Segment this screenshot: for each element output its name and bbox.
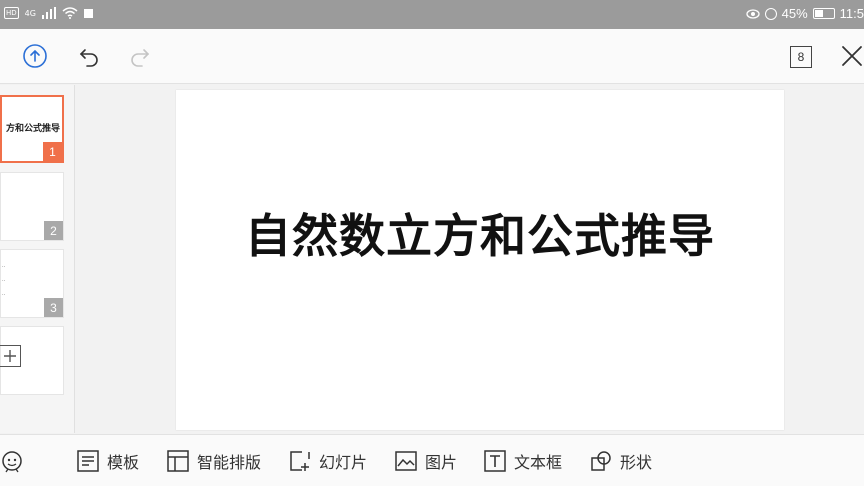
assistant-button[interactable]: [0, 449, 26, 473]
smart-layout-button[interactable]: 智能排版: [166, 449, 261, 473]
battery-fill: [814, 10, 823, 17]
shape-icon: [591, 451, 611, 471]
undo-button[interactable]: [75, 42, 103, 70]
upload-button[interactable]: [21, 42, 49, 70]
thumbnail-content-lines: ·· ·· ··: [2, 264, 6, 298]
insert-textbox-button[interactable]: 文本框: [483, 449, 562, 473]
picture-label: 图片: [425, 453, 458, 472]
picture-icon: [395, 451, 417, 471]
current-slide[interactable]: 自然数立方和公式推导: [176, 90, 784, 430]
textbox-label: 文本框: [514, 453, 563, 472]
smart-layout-label: 智能排版: [197, 453, 262, 472]
layout-icon: [167, 450, 189, 472]
alarm-icon: [764, 7, 777, 20]
thumbnail-number: 2: [44, 221, 63, 240]
thumbnail-title: 方和公式推导: [5, 124, 60, 134]
slide-canvas[interactable]: 自然数立方和公式推导: [76, 85, 864, 433]
thumbnail-number: 1: [43, 142, 62, 161]
slide-thumbnail-3[interactable]: ·· ·· ·· 3: [0, 249, 64, 318]
thumbnail-number: 3: [44, 298, 63, 317]
close-icon: [842, 46, 862, 66]
template-icon: [77, 450, 99, 472]
slide-thumbnail-1[interactable]: 方和公式推导 1: [0, 95, 64, 163]
new-slide-icon: [290, 451, 310, 471]
textbox-icon: [484, 450, 506, 472]
add-slide-button[interactable]: [0, 326, 64, 395]
clock: 11:5: [839, 6, 864, 21]
add-slide-icon: [0, 345, 21, 367]
assistant-icon: [2, 451, 22, 473]
redo-button[interactable]: [126, 42, 154, 70]
slide-thumbnail-2[interactable]: 2: [0, 172, 64, 241]
new-slide-button[interactable]: 幻灯片: [288, 449, 367, 473]
network-label: 4G: [24, 8, 36, 18]
notification-icon: [83, 8, 93, 18]
battery-percent: 45%: [781, 6, 808, 21]
bottom-toolbar: 模板 智能排版 幻灯片 图片 文本框 形状: [0, 434, 864, 486]
insert-picture-button[interactable]: 图片: [394, 449, 457, 473]
page-count-button[interactable]: 8: [790, 46, 812, 68]
eye-icon: [745, 8, 760, 19]
close-button[interactable]: [838, 42, 864, 70]
slide-thumbnail-panel: 方和公式推导 1 2 ·· ·· ·· 3: [0, 85, 75, 433]
undo-icon: [79, 49, 98, 67]
redo-icon: [131, 49, 150, 67]
hd-badge: HD: [4, 7, 19, 19]
slide-title-text[interactable]: 自然数立方和公式推导: [176, 200, 784, 266]
signal-icon: [41, 7, 56, 19]
top-toolbar: 8: [0, 29, 864, 84]
template-label: 模板: [107, 453, 140, 472]
battery-icon: [812, 8, 835, 19]
status-bar: HD 4G 45% 11:5: [0, 0, 864, 29]
insert-shape-button[interactable]: 形状: [589, 449, 652, 473]
shape-label: 形状: [620, 453, 653, 472]
new-slide-label: 幻灯片: [319, 453, 368, 472]
template-button[interactable]: 模板: [76, 449, 139, 473]
wifi-icon: [62, 7, 78, 19]
upload-icon: [23, 44, 47, 68]
